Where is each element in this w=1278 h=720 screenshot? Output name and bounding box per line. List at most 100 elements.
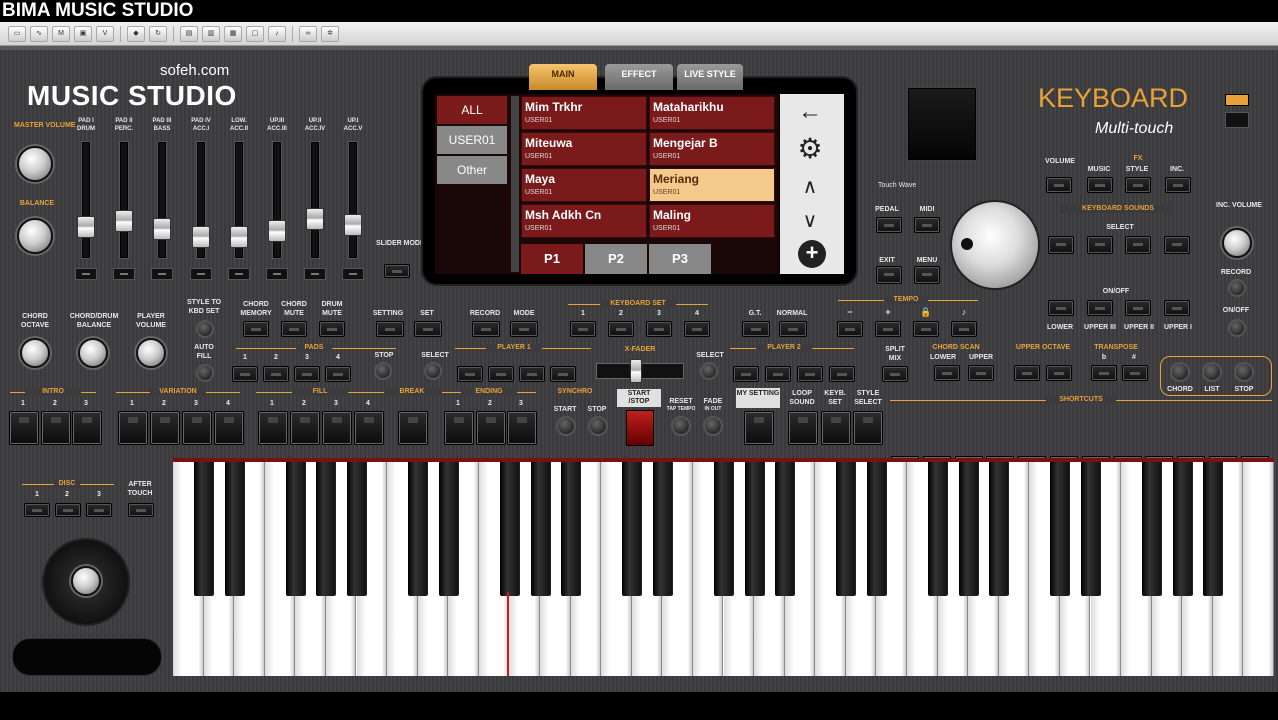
black-key[interactable]: [316, 462, 336, 596]
black-key[interactable]: [408, 462, 428, 596]
fader-button[interactable]: [228, 268, 250, 280]
gear-icon[interactable]: ✲: [321, 25, 339, 42]
upper-octave-down-button[interactable]: [1014, 365, 1040, 381]
style-button[interactable]: [1125, 177, 1151, 193]
black-key[interactable]: [224, 462, 244, 596]
chord-button[interactable]: [1170, 362, 1190, 382]
white-key[interactable]: [1243, 462, 1274, 676]
ending-button[interactable]: [444, 411, 474, 445]
joystick-handle[interactable]: [71, 566, 101, 596]
upper-octave-up-button[interactable]: [1046, 365, 1072, 381]
player1-transport-button[interactable]: [457, 366, 483, 382]
wave-icon[interactable]: ∿: [30, 25, 48, 42]
black-key[interactable]: [714, 462, 733, 596]
pad-button[interactable]: [325, 366, 351, 382]
variation-button[interactable]: [150, 411, 180, 445]
category-all[interactable]: ALL: [437, 96, 507, 124]
fill-button[interactable]: [322, 411, 352, 445]
song-item[interactable]: Meriang USER01: [649, 168, 775, 202]
xfader-handle[interactable]: [630, 359, 642, 383]
onoff-lower-button[interactable]: [1048, 300, 1074, 316]
black-key[interactable]: [347, 462, 366, 596]
black-key[interactable]: [622, 462, 642, 596]
palette-icon[interactable]: ◆: [127, 25, 145, 42]
monitor-icon[interactable]: ▢: [246, 25, 264, 42]
fader-button[interactable]: [266, 268, 288, 280]
fader-track[interactable]: [120, 142, 128, 258]
gt-button[interactable]: [742, 321, 770, 337]
style-to-kbd-button[interactable]: [196, 320, 214, 338]
reset-button[interactable]: [671, 416, 691, 436]
page-p1[interactable]: P1: [521, 244, 583, 274]
fader-track[interactable]: [311, 142, 319, 258]
black-key[interactable]: [652, 462, 672, 596]
song-item[interactable]: Mim Trkhr USER01: [521, 96, 647, 130]
tempo-button[interactable]: [837, 321, 863, 337]
variation-button[interactable]: [118, 411, 148, 445]
ending-button[interactable]: [476, 411, 506, 445]
tempo-button[interactable]: [951, 321, 977, 337]
tab-effect[interactable]: EFFECT: [605, 64, 673, 90]
keyboard-set-button[interactable]: [646, 321, 672, 337]
player2-transport-button[interactable]: [733, 366, 759, 382]
chord-octave-knob[interactable]: [20, 338, 50, 368]
song-item[interactable]: Mataharikhu USER01: [649, 96, 775, 130]
fill-button[interactable]: [354, 411, 384, 445]
exit-button[interactable]: [876, 266, 902, 284]
black-key[interactable]: [989, 462, 1009, 596]
power-led[interactable]: [1225, 94, 1249, 106]
music-button[interactable]: [1087, 177, 1113, 193]
song-item[interactable]: Miteuwa USER01: [521, 132, 647, 166]
display-scrollbar[interactable]: [511, 96, 519, 272]
disc-3-button[interactable]: [86, 503, 112, 517]
drum-mute-button[interactable]: [319, 321, 345, 337]
variation-button[interactable]: [182, 411, 212, 445]
transpose-flat-button[interactable]: [1091, 365, 1117, 381]
power-button[interactable]: [1225, 112, 1249, 128]
link-icon[interactable]: ∞: [299, 25, 317, 42]
slider-mode-button[interactable]: [384, 264, 410, 278]
category-user01[interactable]: USER01: [437, 126, 507, 154]
inc-volume-knob[interactable]: [1222, 228, 1252, 258]
keys-icon[interactable]: ▦: [224, 25, 242, 42]
black-key[interactable]: [285, 462, 305, 596]
black-key[interactable]: [836, 462, 856, 596]
pads-stop-button[interactable]: [374, 362, 392, 380]
pedal-button[interactable]: [876, 217, 902, 233]
inc-button[interactable]: [1165, 177, 1191, 193]
chord-drum-balance-knob[interactable]: [78, 338, 108, 368]
tab-live-style[interactable]: LIVE STYLE: [677, 64, 743, 90]
refresh-icon[interactable]: ↻: [149, 25, 167, 42]
stop-shortcut-button[interactable]: [1234, 362, 1254, 382]
start-stop-button[interactable]: [626, 410, 654, 446]
black-key[interactable]: [866, 462, 886, 596]
player2-select-button[interactable]: [700, 362, 718, 380]
synchro-stop-button[interactable]: [588, 416, 608, 436]
select-lower-button[interactable]: [1048, 236, 1074, 254]
tempo-button[interactable]: [913, 321, 939, 337]
ribbon-controller[interactable]: [12, 638, 162, 676]
vst-icon[interactable]: V: [96, 25, 114, 42]
fader-handle[interactable]: [230, 226, 248, 248]
intro-button[interactable]: [72, 411, 102, 445]
black-key[interactable]: [499, 462, 519, 596]
player1-transport-button[interactable]: [550, 366, 576, 382]
black-key[interactable]: [438, 462, 458, 596]
fader-track[interactable]: [158, 142, 166, 258]
loop-sound-button[interactable]: [788, 411, 818, 445]
midi-icon[interactable]: M: [52, 25, 70, 42]
black-key[interactable]: [1081, 462, 1100, 596]
setting-button[interactable]: [376, 321, 404, 337]
player2-transport-button[interactable]: [797, 366, 823, 382]
chevron-down-icon[interactable]: ∨: [780, 208, 840, 233]
fader-button[interactable]: [304, 268, 326, 280]
pad-button[interactable]: [263, 366, 289, 382]
onoff-upper1-button[interactable]: [1164, 300, 1190, 316]
player1-transport-button[interactable]: [519, 366, 545, 382]
intro-button[interactable]: [9, 411, 39, 445]
black-key[interactable]: [928, 462, 948, 596]
select-upper3-button[interactable]: [1087, 236, 1113, 254]
fader-handle[interactable]: [306, 208, 324, 230]
print-icon[interactable]: ▤: [180, 25, 198, 42]
piano-icon[interactable]: ▥: [202, 25, 220, 42]
